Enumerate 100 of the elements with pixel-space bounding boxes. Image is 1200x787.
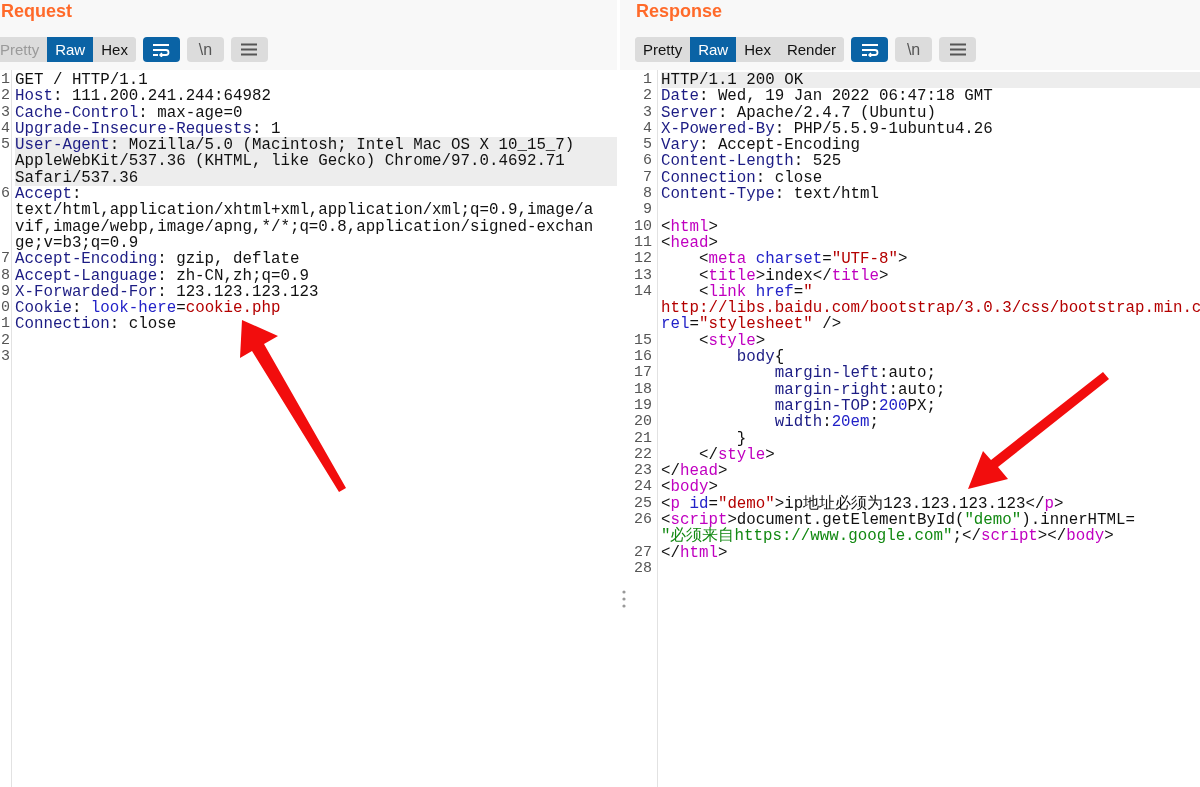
panel-title: Request	[1, 0, 73, 22]
wrap-toggle[interactable]	[142, 37, 180, 62]
newline-toggle[interactable]: \n	[895, 37, 933, 62]
menu-icon	[949, 43, 966, 56]
line-number: 1	[0, 72, 10, 89]
code-line: </head>	[661, 463, 728, 480]
code-line: margin-TOP:200PX;	[773, 397, 936, 415]
code-line: rel="stylesheet" />	[661, 316, 842, 333]
line-number: 2	[642, 88, 652, 105]
line-number: 19	[633, 397, 652, 415]
code-line: User-Agent: Mozilla/5.0 (Macintosh; Intel Mac OS X 10_15_7)	[15, 137, 575, 154]
code-line: vif,image/webp,image/apng,*/*;q=0.8,application/signed-exchan	[15, 218, 594, 235]
line-number: 21	[633, 430, 652, 447]
line-number: 9	[0, 283, 10, 301]
code-line: Safari/537.36	[15, 169, 140, 187]
line-number: 5	[642, 137, 652, 154]
code-line: Server: Apache/2.4.7 (Ubuntu)	[661, 104, 936, 121]
line-number: 3	[0, 104, 10, 121]
line-number: 27	[633, 544, 652, 561]
code-line: <body>	[661, 479, 718, 496]
menu-icon	[241, 43, 258, 56]
line-number: 25	[633, 495, 652, 512]
line-number: 14	[633, 283, 652, 301]
menu-button[interactable]	[939, 37, 977, 62]
line-number: 7	[642, 169, 652, 187]
code-line: <html>	[661, 218, 718, 235]
code-line: Content-Type: text/html	[661, 186, 880, 203]
code-line: X-Forwarded-For: 123.123.123.123	[15, 283, 319, 301]
code-line: </style>	[698, 446, 775, 464]
code-line: Vary: Accept-Encoding	[661, 137, 861, 154]
line-number: 2	[0, 332, 10, 350]
panel-title: Response	[636, 0, 724, 22]
line-number: 12	[633, 251, 652, 268]
code-line: HTTP/1.1 200 OK	[661, 72, 804, 89]
code-line: Cache-Control: max-age=0	[15, 104, 243, 121]
code-line: width:20em;	[773, 414, 880, 431]
line-number: 16	[633, 349, 652, 366]
code-line: Cookie: look-here=cookie.php	[15, 300, 281, 317]
line-number: 26	[633, 512, 652, 529]
code-line: Connection: close	[15, 316, 177, 333]
newline-toggle[interactable]: \n	[186, 37, 224, 62]
code-line: <link href="	[698, 283, 813, 301]
code-line: GET / HTTP/1.1	[15, 72, 148, 89]
code-line: <style>	[697, 332, 766, 350]
line-number: 23	[633, 463, 652, 480]
code-line: <title>index</title>	[697, 267, 889, 284]
code-line: }	[736, 430, 747, 447]
code-line: Host: 111.200.241.244:64982	[15, 88, 271, 105]
line-number: 8	[642, 186, 652, 203]
code-line: <p id="demo">ip地址必须为123.123.123.123</p>	[661, 495, 1064, 512]
code-line: body{	[735, 349, 785, 366]
line-number: 22	[633, 446, 652, 464]
line-number: 13	[633, 267, 652, 284]
code-line: Upgrade-Insecure-Requests: 1	[15, 120, 281, 138]
line-number: 18	[633, 381, 652, 398]
line-number: 0	[0, 300, 10, 317]
code-line: <meta charset="UTF-8">	[697, 251, 908, 268]
code-line: text/html,application/xhtml+xml,application/xml;q=0.9,image/a	[15, 202, 594, 219]
line-number: 5	[0, 137, 10, 154]
menu-button[interactable]	[230, 37, 268, 62]
wrap-toggle[interactable]	[851, 37, 889, 62]
code-line: Connection: close	[661, 169, 823, 187]
wrap-icon	[152, 42, 171, 57]
line-number: 3	[642, 104, 652, 121]
code-line: Date: Wed, 19 Jan 2022 06:47:18 GMT	[661, 88, 993, 105]
wrap-icon	[860, 42, 879, 57]
line-number: 17	[633, 365, 652, 382]
line-number: 1	[0, 316, 10, 333]
code-line: </html>	[661, 544, 728, 561]
drag-handle-icon[interactable]	[622, 590, 626, 608]
code-line: "必须来自https://www.google.com";</script></body>	[661, 528, 1114, 545]
view-tab[interactable]: Raw	[690, 37, 737, 62]
code-line: <head>	[661, 234, 718, 252]
code-line: X-Powered-By: PHP/5.5.9-1ubuntu4.26	[661, 120, 993, 138]
line-number: 11	[633, 234, 652, 252]
line-number: 2	[0, 88, 10, 105]
code-line: margin-left:auto;	[773, 365, 936, 382]
code-line: margin-right:auto;	[773, 381, 946, 398]
code-line: Content-Length: 525	[661, 153, 842, 170]
code-line: ge;v=b3;q=0.9	[15, 234, 139, 252]
line-number: 1	[642, 72, 652, 89]
code-line: AppleWebKit/537.36 (KHTML, like Gecko) Chrome/97.0.4692.71	[15, 153, 566, 170]
line-number: 3	[0, 349, 10, 366]
line-number: 8	[0, 267, 10, 284]
line-number: 4	[642, 120, 652, 138]
code-line: Accept-Language: zh-CN,zh;q=0.9	[15, 267, 309, 284]
code-line: Accept:	[15, 186, 82, 203]
line-number: 7	[0, 251, 10, 268]
view-tab[interactable]: Raw	[47, 37, 94, 62]
line-number: 6	[0, 186, 10, 203]
line-number: 9	[642, 202, 652, 219]
line-number: 6	[642, 153, 652, 170]
code-line: http://libs.baidu.com/bootstrap/3.0.3/css/bootstrap.min.c	[661, 300, 1200, 317]
line-number: 15	[633, 332, 652, 350]
line-number: 28	[633, 560, 652, 578]
line-number: 10	[633, 218, 652, 235]
line-number: 24	[633, 479, 652, 496]
code-line: Accept-Encoding: gzip, deflate	[15, 251, 300, 268]
line-number: 20	[633, 414, 652, 431]
line-number: 4	[0, 120, 10, 138]
